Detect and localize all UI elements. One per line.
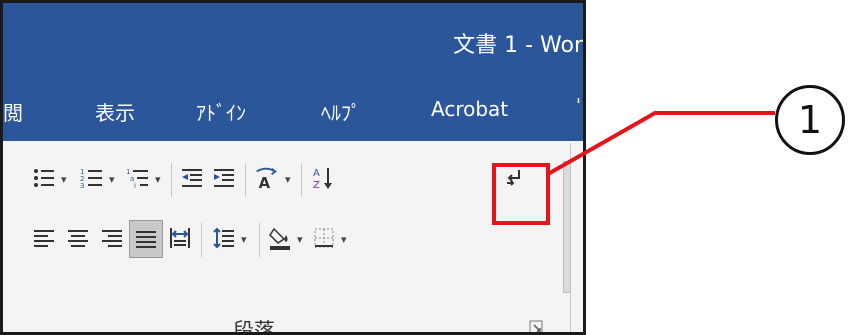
callout-leader-line [547,111,775,176]
callout-number: 1 [775,85,845,155]
